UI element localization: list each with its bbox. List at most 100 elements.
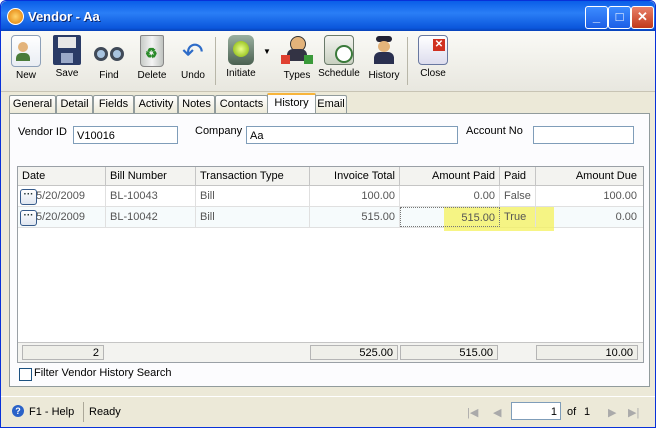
binoculars-icon xyxy=(93,35,125,67)
history-grid: Date Bill Number Transaction Type Invoic… xyxy=(17,166,644,363)
summary-count: 2 xyxy=(22,345,104,360)
cell-bill-number: BL-10042 xyxy=(106,207,196,227)
cell-date: 5/20/2009 xyxy=(32,207,106,227)
tab-fields[interactable]: Fields xyxy=(93,95,134,113)
table-row[interactable]: ··· 5/20/2009 BL-10043 Bill 100.00 0.00 … xyxy=(18,186,643,207)
new-icon xyxy=(11,35,41,67)
page-of-label: of xyxy=(567,406,577,418)
undo-button[interactable]: ↶ Undo xyxy=(171,33,215,81)
tab-activity[interactable]: Activity xyxy=(134,95,178,113)
tab-notes[interactable]: Notes xyxy=(178,95,215,113)
toolbar-separator-2 xyxy=(407,37,408,85)
col-paid[interactable]: Paid xyxy=(500,167,536,185)
types-label: Types xyxy=(283,70,311,81)
minimize-button[interactable]: _ xyxy=(585,6,608,29)
status-text: Ready xyxy=(89,406,121,418)
initiate-dropdown-icon[interactable]: ▼ xyxy=(263,47,271,56)
col-transaction-type[interactable]: Transaction Type xyxy=(196,167,310,185)
recycle-bin-icon: ♻ xyxy=(140,35,164,67)
traffic-light-icon xyxy=(228,35,254,65)
delete-label: Delete xyxy=(137,70,167,81)
prev-page-icon[interactable]: ◀ xyxy=(493,406,501,419)
types-icon xyxy=(281,35,313,67)
tab-email[interactable]: Email xyxy=(315,95,347,113)
cell-paid: False xyxy=(500,186,536,206)
cell-amount-due: 100.00 xyxy=(603,190,637,202)
initiate-button[interactable]: Initiate xyxy=(219,33,263,79)
cell-amount-paid: 515.00 xyxy=(400,207,500,227)
page-input[interactable]: 1 xyxy=(511,402,561,420)
col-amount-due[interactable]: Amount Due xyxy=(536,167,641,185)
cell-bill-number: BL-10043 xyxy=(106,186,196,206)
types-button[interactable]: Types xyxy=(275,33,319,81)
grid-summary: 2 525.00 515.00 10.00 xyxy=(18,342,643,362)
save-button[interactable]: Save xyxy=(45,33,89,79)
history-label: History xyxy=(368,70,400,81)
toolbar: New Save Find ♻ Delete ↶ Undo Initiate ▼… xyxy=(1,31,655,92)
help-icon[interactable]: ? xyxy=(12,405,24,417)
first-page-icon[interactable]: |◀ xyxy=(467,406,478,419)
cell-invoice-total: 515.00 xyxy=(310,207,400,227)
history-button[interactable]: History xyxy=(362,33,406,81)
col-invoice-total[interactable]: Invoice Total xyxy=(310,167,400,185)
tab-contacts[interactable]: Contacts xyxy=(215,95,268,113)
maximize-button[interactable]: □ xyxy=(608,6,631,29)
history-icon xyxy=(368,35,400,67)
vendor-window: Vendor - Aa _ □ ✕ New Save Find ♻ Delete… xyxy=(0,0,656,428)
app-icon xyxy=(7,8,24,25)
summary-amount-due: 10.00 xyxy=(536,345,638,360)
window-title: Vendor - Aa xyxy=(28,9,100,24)
schedule-icon xyxy=(324,35,354,65)
cell-date: 5/20/2009 xyxy=(32,186,106,206)
cell-transaction-type: Bill xyxy=(196,186,310,206)
schedule-button[interactable]: Schedule xyxy=(317,33,361,79)
next-page-icon[interactable]: ▶ xyxy=(608,406,616,419)
table-row[interactable]: ··· 5/20/2009 BL-10042 Bill 515.00 515.0… xyxy=(18,207,643,231)
tab-detail[interactable]: Detail xyxy=(56,95,93,113)
vendor-id-field[interactable]: V10016 xyxy=(73,126,178,144)
cell-invoice-total: 100.00 xyxy=(310,186,400,206)
filter-checkbox[interactable] xyxy=(19,368,32,381)
save-icon xyxy=(53,35,81,65)
find-label: Find xyxy=(99,70,119,81)
new-button[interactable]: New xyxy=(4,33,48,81)
vendor-id-label: Vendor ID xyxy=(18,126,67,138)
last-page-icon[interactable]: ▶| xyxy=(628,406,639,419)
title-bar: Vendor - Aa _ □ ✕ xyxy=(1,1,655,31)
cell-paid: True xyxy=(500,207,536,227)
close-label: Close xyxy=(420,68,446,79)
tab-general[interactable]: General xyxy=(9,95,56,113)
schedule-label: Schedule xyxy=(318,68,360,79)
summary-amount-paid: 515.00 xyxy=(400,345,498,360)
initiate-label: Initiate xyxy=(226,68,256,79)
close-button[interactable]: ✕ Close xyxy=(411,33,455,79)
company-field[interactable]: Aa xyxy=(246,126,458,144)
grid-header: Date Bill Number Transaction Type Invoic… xyxy=(18,167,643,186)
filter-label: Filter Vendor History Search xyxy=(34,367,172,379)
close-icon: ✕ xyxy=(418,35,448,65)
account-no-label: Account No xyxy=(466,125,523,137)
page-total: 1 xyxy=(584,406,591,418)
save-label: Save xyxy=(55,68,79,79)
undo-icon: ↶ xyxy=(182,37,204,67)
history-panel: Vendor ID V10016 Company Aa Account No D… xyxy=(9,113,650,387)
toolbar-separator xyxy=(215,37,216,85)
help-label[interactable]: F1 - Help xyxy=(29,406,74,418)
undo-label: Undo xyxy=(181,70,205,81)
account-no-field[interactable] xyxy=(533,126,634,144)
company-label: Company xyxy=(195,125,243,137)
col-date[interactable]: Date xyxy=(18,167,106,185)
summary-invoice-total: 525.00 xyxy=(310,345,398,360)
status-bar: ? F1 - Help Ready |◀ ◀ 1 of 1 ▶ ▶| xyxy=(1,396,655,427)
find-button[interactable]: Find xyxy=(87,33,131,81)
cell-amount-due: 0.00 xyxy=(615,211,637,223)
cell-transaction-type: Bill xyxy=(196,207,310,227)
new-label: New xyxy=(15,70,36,81)
tab-history[interactable]: History xyxy=(267,93,316,115)
col-amount-paid[interactable]: Amount Paid xyxy=(400,167,500,185)
delete-button[interactable]: ♻ Delete xyxy=(130,33,174,81)
close-window-button[interactable]: ✕ xyxy=(631,6,654,29)
col-bill-number[interactable]: Bill Number xyxy=(106,167,196,185)
status-separator xyxy=(83,402,84,422)
cell-amount-paid: 0.00 xyxy=(400,186,500,206)
